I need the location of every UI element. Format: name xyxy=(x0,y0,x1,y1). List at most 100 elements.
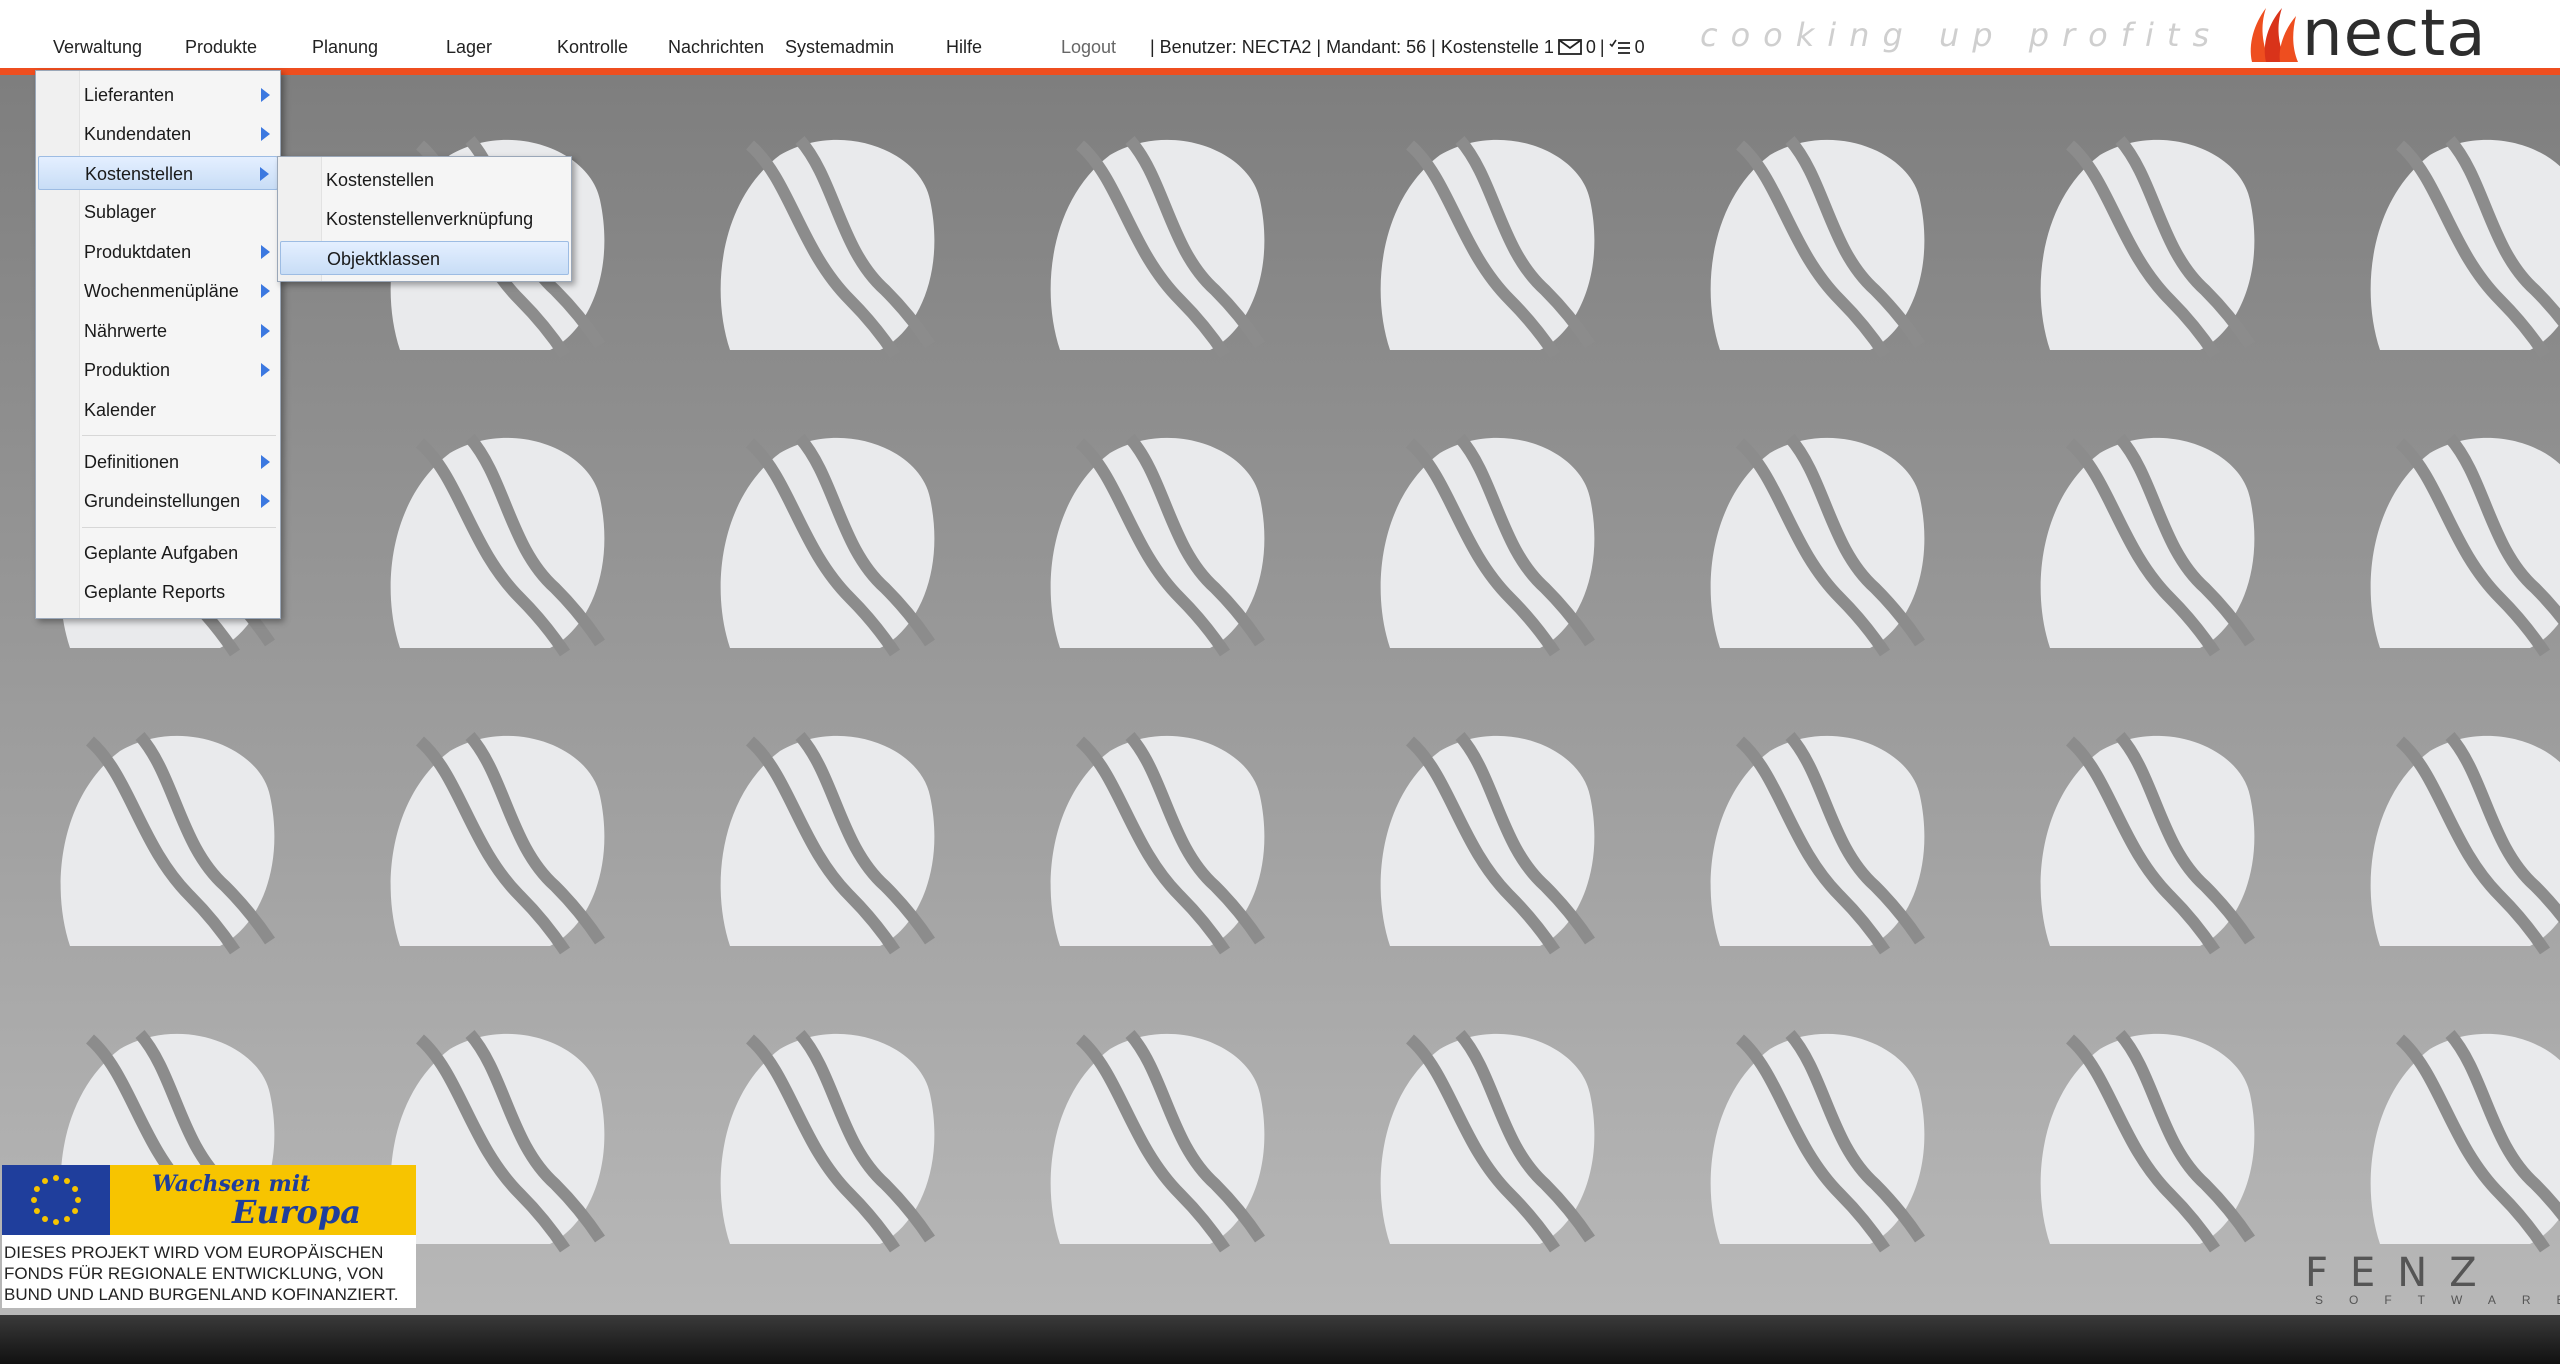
leaf-pattern-tile xyxy=(2370,1030,2560,1253)
task-list-icon[interactable] xyxy=(1609,38,1631,56)
kostenstellen-submenu: Kostenstellen Kostenstellenverknüpfung O… xyxy=(277,156,572,282)
submenu-arrow-icon xyxy=(261,88,270,102)
leaf-pattern-tile xyxy=(720,732,935,955)
menu-item-label: Produktdaten xyxy=(84,242,192,262)
nav-nachrichten[interactable]: Nachrichten xyxy=(668,36,764,58)
eu-text-line3: BUND UND LAND BURGENLAND KOFINANZIERT. xyxy=(4,1285,399,1304)
eu-star xyxy=(75,1197,81,1203)
leaf-pattern-tile xyxy=(1710,136,1925,359)
top-navigation-bar: Verwaltung Produkte Planung Lager Kontro… xyxy=(0,0,2560,72)
menu-item-geplante-aufgaben[interactable]: Geplante Aufgaben xyxy=(38,536,278,570)
menu-item-label: Objektklassen xyxy=(327,249,441,269)
fenz-watermark: FENZ xyxy=(2305,1250,2499,1296)
leaf-pattern-tile xyxy=(2040,136,2255,359)
submenu-arrow-icon xyxy=(261,284,270,298)
menu-item-definitionen[interactable]: Definitionen xyxy=(38,445,278,479)
nav-kontrolle[interactable]: Kontrolle xyxy=(557,36,628,58)
eu-star xyxy=(64,1177,70,1184)
leaf-pattern-tile xyxy=(1710,1030,1925,1253)
eu-star xyxy=(42,1177,48,1184)
leaf-pattern-tile xyxy=(1710,732,1925,955)
menu-item-geplante-reports[interactable]: Geplante Reports xyxy=(38,575,278,609)
menu-item-produktion[interactable]: Produktion xyxy=(38,353,278,387)
menu-item-naehrwerte[interactable]: Nährwerte xyxy=(38,314,278,348)
eu-star xyxy=(64,1216,70,1223)
menu-separator xyxy=(82,527,276,528)
menu-item-kostenstellen[interactable]: Kostenstellen xyxy=(38,156,278,190)
leaf-pattern-tile xyxy=(390,732,605,955)
eu-stars-icon xyxy=(31,1175,81,1225)
eu-star xyxy=(53,1219,59,1225)
menu-item-label: Kostenstellen xyxy=(85,164,194,184)
leaf-pattern-tile xyxy=(2370,136,2560,359)
leaf-pattern-tile xyxy=(1380,732,1595,955)
eu-flag-icon xyxy=(2,1165,110,1235)
menu-item-label: Kostenstellen xyxy=(326,170,435,190)
logo-text: necta xyxy=(2302,0,2487,71)
menu-item-wochenmenueplaene[interactable]: Wochenmenüpläne xyxy=(38,274,278,308)
leaf-pattern-tile xyxy=(390,1030,605,1253)
leaf-pattern-tile xyxy=(2040,1030,2255,1253)
messages-count[interactable]: 0 xyxy=(1586,36,1596,58)
leaf-pattern-tile xyxy=(2040,732,2255,955)
menu-item-sublager[interactable]: Sublager xyxy=(38,195,278,229)
menu-separator xyxy=(82,435,276,436)
submenu-arrow-icon xyxy=(261,127,270,141)
submenu-arrow-icon xyxy=(260,167,269,181)
submenu-item-kostenstellenverknuepfung[interactable]: Kostenstellenverknüpfung xyxy=(280,202,569,236)
menu-item-kundendaten[interactable]: Kundendaten xyxy=(38,117,278,151)
menu-item-label: Grundeinstellungen xyxy=(84,491,241,511)
necta-flame-icon xyxy=(2250,8,2298,62)
eu-star xyxy=(72,1208,79,1214)
slogan: cooking up profits xyxy=(1700,16,2223,54)
submenu-arrow-icon xyxy=(261,363,270,377)
leaf-pattern-tile xyxy=(2040,434,2255,657)
menu-item-grundeinstellungen[interactable]: Grundeinstellungen xyxy=(38,484,278,518)
verwaltung-menu: Lieferanten Kundendaten Kostenstellen Su… xyxy=(35,70,281,619)
leaf-pattern-tile xyxy=(2370,434,2560,657)
necta-logo: necta xyxy=(2246,0,2487,71)
menu-item-produktdaten[interactable]: Produktdaten xyxy=(38,235,278,269)
nav-verwaltung[interactable]: Verwaltung xyxy=(53,36,142,58)
eu-funding-badge: Wachsen mit Europa DIESES PROJEKT WIRD V… xyxy=(2,1165,416,1308)
menu-item-label: Kostenstellenverknüpfung xyxy=(326,209,534,229)
user-info: | Benutzer: NECTA2 | Mandant: 56 | Koste… xyxy=(1150,36,1645,58)
menu-item-label: Wochenmenüpläne xyxy=(84,281,239,301)
leaf-pattern-tile xyxy=(60,732,275,955)
envelope-icon[interactable] xyxy=(1558,38,1582,56)
menu-item-kalender[interactable]: Kalender xyxy=(38,393,278,427)
submenu-item-objektklassen[interactable]: Objektklassen xyxy=(280,241,569,275)
nav-produkte[interactable]: Produkte xyxy=(185,36,257,58)
eu-star xyxy=(53,1175,59,1181)
eu-text-line2: FONDS FÜR REGIONALE ENTWICKLUNG, VON xyxy=(4,1264,384,1283)
submenu-arrow-icon xyxy=(261,324,270,338)
nav-hilfe[interactable]: Hilfe xyxy=(946,36,982,58)
logout-link[interactable]: Logout xyxy=(1061,36,1116,58)
submenu-item-kostenstellen[interactable]: Kostenstellen xyxy=(280,163,569,197)
eu-star xyxy=(31,1197,37,1203)
leaf-pattern-tile xyxy=(1380,1030,1595,1253)
menu-item-label: Kalender xyxy=(84,400,157,420)
accent-divider xyxy=(0,68,2560,75)
tasks-count[interactable]: 0 xyxy=(1635,36,1645,58)
fenz-watermark-sub: SOFTWARE xyxy=(2315,1293,2560,1307)
nav-planung[interactable]: Planung xyxy=(312,36,378,58)
eu-star xyxy=(33,1208,40,1214)
menu-item-lieferanten[interactable]: Lieferanten xyxy=(38,78,278,112)
leaf-pattern-tile xyxy=(390,434,605,657)
menu-item-label: Lieferanten xyxy=(84,85,175,105)
eu-star xyxy=(72,1186,79,1192)
submenu-arrow-icon xyxy=(261,494,270,508)
nav-systemadmin[interactable]: Systemadmin xyxy=(785,36,894,58)
leaf-pattern-tile xyxy=(720,136,935,359)
menu-item-label: Geplante Aufgaben xyxy=(84,543,239,563)
leaf-pattern-tile xyxy=(1380,136,1595,359)
nav-lager[interactable]: Lager xyxy=(446,36,492,58)
leaf-pattern-tile xyxy=(1380,434,1595,657)
user-info-text: | Benutzer: NECTA2 | Mandant: 56 | Koste… xyxy=(1150,37,1554,57)
leaf-pattern-tile xyxy=(1050,136,1265,359)
menu-item-label: Nährwerte xyxy=(84,321,168,341)
menu-item-label: Produktion xyxy=(84,360,171,380)
separator: | xyxy=(1599,37,1605,57)
leaf-pattern-tile xyxy=(2370,732,2560,955)
